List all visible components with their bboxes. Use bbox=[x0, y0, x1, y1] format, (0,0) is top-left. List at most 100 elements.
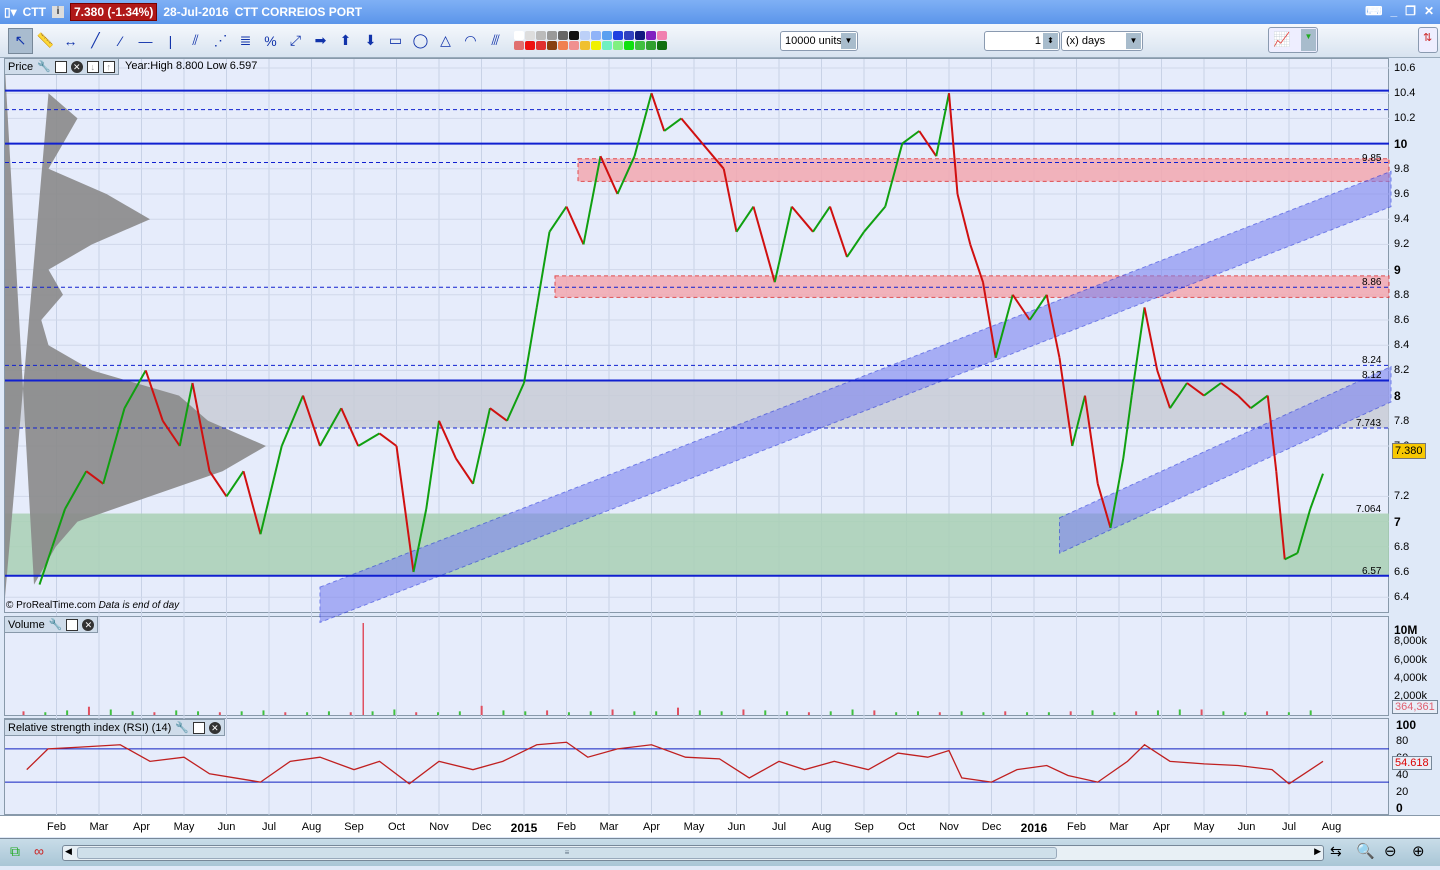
price-tick-label: 9.2 bbox=[1394, 238, 1410, 251]
price-segment bbox=[565, 206, 585, 245]
volume-bar bbox=[437, 712, 440, 715]
volume-bar bbox=[1309, 710, 1312, 715]
volume-bar bbox=[633, 711, 636, 715]
move-down-icon[interactable]: ↓ bbox=[86, 60, 99, 73]
volume-bar bbox=[1287, 712, 1290, 715]
price-segment bbox=[650, 92, 666, 132]
volume-bar bbox=[851, 709, 854, 715]
volume-bar bbox=[1178, 709, 1181, 715]
price-segment bbox=[901, 130, 920, 145]
wrench-icon[interactable]: 🔧 bbox=[37, 60, 51, 73]
volume-bar bbox=[720, 711, 723, 715]
rsi-tick: 20 bbox=[1396, 786, 1409, 798]
time-tick-label: Dec bbox=[471, 821, 492, 833]
level-label: 7.743 bbox=[1356, 417, 1382, 429]
rsi-last-value: 54.618 bbox=[1392, 756, 1432, 770]
time-tick-label: Oct bbox=[897, 821, 916, 833]
maximize-icon[interactable] bbox=[192, 721, 205, 734]
volume-bar bbox=[1135, 711, 1138, 715]
close-icon[interactable]: ✕ bbox=[208, 721, 221, 734]
maximize-icon[interactable] bbox=[54, 60, 67, 73]
volume-bar bbox=[786, 711, 789, 715]
maximize-icon[interactable] bbox=[66, 618, 79, 631]
time-axis[interactable]: Feb Mar Apr May Jun Jul Aug Sep Oct Nov Dec 2015 Feb… bbox=[0, 815, 1440, 837]
time-tick-label: Jun bbox=[217, 821, 236, 833]
time-tick-label: Feb bbox=[557, 821, 576, 833]
volume-bar bbox=[916, 711, 919, 715]
time-tick-label: Aug bbox=[301, 821, 322, 833]
volume-bar bbox=[284, 712, 287, 715]
price-tick-label: 8 bbox=[1394, 388, 1401, 403]
chart-canvas[interactable] bbox=[0, 0, 1440, 870]
time-tick-label: Jul bbox=[1281, 821, 1297, 833]
wrench-icon[interactable]: 🔧 bbox=[49, 618, 63, 631]
zoom-fit-icon[interactable]: 🔍 bbox=[1356, 842, 1375, 860]
volume-bar bbox=[218, 712, 221, 715]
level-label: 6.57 bbox=[1362, 565, 1382, 577]
time-tick-label: Nov bbox=[429, 821, 449, 833]
time-tick-label: Dec bbox=[981, 821, 1002, 833]
price-zone bbox=[5, 380, 1389, 428]
volume-bar bbox=[1091, 710, 1094, 715]
candle-width-icon[interactable]: ⇆ bbox=[1330, 843, 1342, 860]
volume-bar bbox=[524, 711, 527, 715]
volume-bar bbox=[109, 709, 112, 715]
export-icon[interactable]: ⧉ bbox=[10, 843, 20, 860]
volume-bar bbox=[1156, 710, 1159, 715]
price-segment bbox=[1143, 307, 1159, 371]
zoom-in-icon[interactable]: ⊕ bbox=[1412, 842, 1425, 860]
scroll-left-icon[interactable]: ◀ bbox=[65, 846, 72, 857]
rsi-tick: 100 bbox=[1396, 718, 1417, 732]
volume-bar bbox=[415, 712, 418, 715]
volume-bar bbox=[1047, 712, 1050, 715]
price-tick-label: 9.6 bbox=[1394, 188, 1410, 200]
rsi-tick: 40 bbox=[1396, 769, 1409, 781]
price-tick-label: 8.8 bbox=[1394, 288, 1410, 301]
current-price-marker: 7.380 bbox=[1392, 443, 1426, 459]
time-tick-label: Aug bbox=[811, 821, 832, 833]
volume-bar bbox=[1026, 712, 1029, 715]
volume-bar bbox=[1004, 711, 1007, 715]
volume-tick: 8,000k bbox=[1394, 635, 1428, 647]
volume-bar bbox=[829, 711, 832, 715]
scroll-right-icon[interactable]: ▶ bbox=[1314, 846, 1321, 857]
time-tick-label: 2016 bbox=[1020, 821, 1048, 835]
price-segment bbox=[680, 117, 704, 145]
volume-bar bbox=[873, 710, 876, 715]
volume-bar bbox=[131, 711, 134, 715]
horizontal-scrollbar[interactable]: ◀ ≡ ▶ bbox=[62, 845, 1324, 861]
price-tick-label: 10.6 bbox=[1394, 62, 1416, 74]
price-segment bbox=[935, 93, 950, 157]
rsi-tick: 80 bbox=[1396, 735, 1409, 747]
volume-bar bbox=[262, 710, 265, 715]
price-tick-label: 10.2 bbox=[1394, 112, 1416, 125]
price-segment bbox=[425, 420, 440, 510]
close-icon[interactable]: ✕ bbox=[82, 618, 95, 631]
volume-bar bbox=[1069, 711, 1072, 715]
price-tick-label: 9.8 bbox=[1394, 162, 1410, 175]
wrench-icon[interactable]: 🔧 bbox=[175, 721, 189, 734]
year-high-low: Year:High 8.800 Low 6.597 bbox=[125, 60, 258, 72]
zoom-out-icon[interactable]: ⊖ bbox=[1384, 842, 1397, 860]
price-segment bbox=[633, 92, 653, 157]
time-tick-label: Oct bbox=[387, 821, 406, 833]
price-tick-label: 6.8 bbox=[1394, 540, 1410, 553]
volume-bar bbox=[1113, 712, 1116, 715]
volume-bar bbox=[546, 710, 549, 715]
scroll-thumb[interactable]: ≡ bbox=[77, 847, 1057, 859]
move-up-icon[interactable]: ↑ bbox=[102, 60, 115, 73]
price-tick-label: 7 bbox=[1394, 514, 1401, 529]
time-tick-label: May bbox=[1193, 821, 1215, 833]
price-tick-label: 7.8 bbox=[1394, 414, 1410, 427]
copyright-text: © ProRealTime.com bbox=[6, 600, 96, 611]
price-panel-label: Price bbox=[8, 60, 34, 73]
close-icon[interactable]: ✕ bbox=[70, 60, 83, 73]
volume-bar bbox=[677, 707, 679, 715]
volume-bar bbox=[1222, 711, 1225, 715]
volume-bar bbox=[1244, 712, 1247, 715]
volume-bar bbox=[153, 712, 156, 715]
volume-bar bbox=[742, 709, 745, 715]
chart-type-icon[interactable]: ∞ bbox=[34, 843, 44, 859]
volume-bar bbox=[22, 711, 25, 715]
rsi-panel-label: Relative strength index (RSI) (14) bbox=[8, 721, 172, 734]
